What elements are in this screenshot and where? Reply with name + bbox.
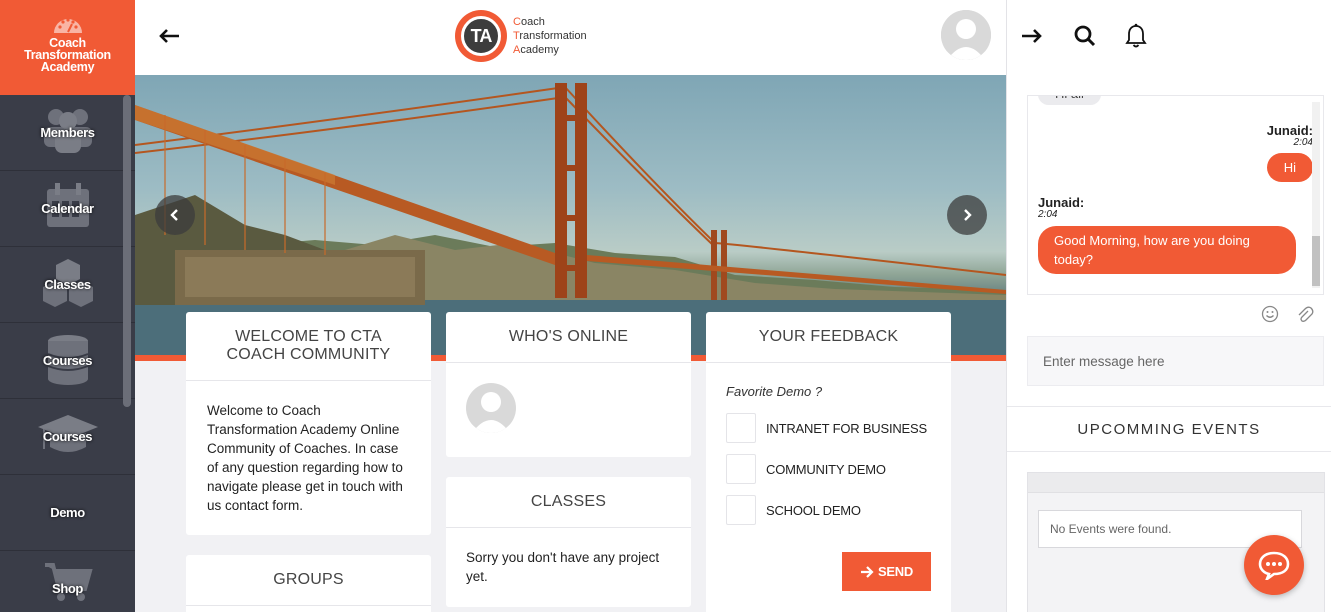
sidebar-item-members[interactable]: Members bbox=[0, 95, 135, 171]
chat-message-bubble: Hi bbox=[1266, 153, 1313, 182]
option-label: COMMUNITY DEMO bbox=[766, 461, 886, 477]
chat-scrollbar-thumb[interactable] bbox=[1312, 236, 1320, 286]
classes-card: CLASSES Sorry you don't have any project… bbox=[446, 477, 691, 607]
sidebar-item-courses-2[interactable]: Courses bbox=[0, 399, 135, 475]
sidebar-item-shop[interactable]: Shop bbox=[0, 551, 135, 612]
sidebar-item-demo[interactable]: Demo bbox=[0, 475, 135, 551]
user-avatar[interactable] bbox=[941, 10, 991, 60]
logo-initials: TA bbox=[461, 16, 501, 56]
header-logo[interactable]: TA Coach Transformation Academy bbox=[455, 10, 587, 62]
welcome-card: WELCOME TO CTA COACH COMMUNITY Welcome t… bbox=[186, 312, 431, 535]
logo-text: Coach Transformation Academy bbox=[513, 15, 587, 57]
sidebar-item-label: Demo bbox=[50, 505, 85, 520]
sidebar-scrollbar[interactable] bbox=[123, 95, 131, 407]
feedback-card-title: YOUR FEEDBACK bbox=[706, 312, 951, 363]
chat-launcher-button[interactable] bbox=[1244, 535, 1304, 595]
logo-line-1: Coach bbox=[513, 16, 545, 28]
sidebar-item-courses[interactable]: Courses bbox=[0, 323, 135, 399]
logo-line-3: Academy bbox=[513, 44, 559, 56]
option-checkbox[interactable] bbox=[726, 413, 756, 443]
chat-scrollbar[interactable] bbox=[1312, 102, 1320, 288]
upcoming-events-title: UPCOMMING EVENTS bbox=[1007, 406, 1331, 452]
sidebar-item-label: Calendar bbox=[41, 201, 94, 216]
sidebar-item-classes[interactable]: Classes bbox=[0, 247, 135, 323]
online-user-avatar[interactable] bbox=[466, 383, 516, 433]
feedback-question: Favorite Demo ? bbox=[726, 384, 823, 399]
send-label: SEND bbox=[878, 564, 913, 579]
whos-online-card: WHO'S ONLINE bbox=[446, 312, 691, 457]
send-feedback-button[interactable]: SEND bbox=[842, 552, 931, 591]
bell-icon[interactable] bbox=[1124, 23, 1148, 49]
welcome-card-body: Welcome to Coach Transformation Academy … bbox=[207, 403, 403, 513]
logo-mark: TA bbox=[455, 10, 507, 62]
attachment-paperclip-icon[interactable] bbox=[1296, 305, 1314, 323]
classes-card-body: Sorry you don't have any project yet. bbox=[466, 550, 660, 584]
brand-logo[interactable]: Coach Transformation Academy bbox=[0, 0, 135, 95]
groups-card-title: GROUPS bbox=[186, 555, 431, 606]
chat-messages[interactable]: Hi all Junaid: 2:04 Hi Junaid: 2:04 Good… bbox=[1027, 95, 1324, 295]
chat-timestamp: 2:04 bbox=[1038, 209, 1058, 220]
chat-sender-name: Junaid: bbox=[1266, 123, 1313, 138]
feedback-card: YOUR FEEDBACK Favorite Demo ? INTRANET F… bbox=[706, 312, 951, 612]
forward-arrow-icon[interactable] bbox=[1020, 24, 1044, 48]
chevron-right-icon bbox=[964, 209, 972, 221]
chat-message-input[interactable] bbox=[1027, 336, 1324, 386]
sidebar-item-label: Classes bbox=[44, 277, 91, 292]
chat-timestamp: 2:04 bbox=[1293, 137, 1313, 148]
chat-bubble-icon bbox=[1258, 551, 1290, 580]
arrow-right-icon bbox=[861, 565, 874, 578]
sidebar-item-label: Shop bbox=[52, 581, 83, 596]
logo-line-2: Transformation bbox=[513, 30, 587, 42]
sidebar-item-label: Courses bbox=[42, 429, 93, 444]
emoji-icon[interactable] bbox=[1261, 305, 1279, 323]
feedback-option[interactable]: SCHOOL DEMO bbox=[726, 495, 931, 525]
classes-card-title: CLASSES bbox=[446, 477, 691, 528]
option-checkbox[interactable] bbox=[726, 454, 756, 484]
carousel-next-button[interactable] bbox=[947, 195, 987, 235]
carousel-prev-button[interactable] bbox=[155, 195, 195, 235]
feedback-option[interactable]: INTRANET FOR BUSINESS bbox=[726, 413, 931, 443]
chat-sender-name: Junaid: bbox=[1038, 195, 1085, 210]
chevron-left-icon bbox=[170, 209, 178, 221]
sidebar-item-calendar[interactable]: Calendar bbox=[0, 171, 135, 247]
whos-online-title: WHO'S ONLINE bbox=[446, 312, 691, 363]
chat-message-bubble: Good Morning, how are you doing today? bbox=[1038, 226, 1296, 274]
sidebar-item-label: Courses bbox=[42, 353, 93, 368]
back-arrow-icon[interactable] bbox=[157, 24, 181, 48]
dashboard-gauge-icon bbox=[53, 18, 82, 33]
option-label: SCHOOL DEMO bbox=[766, 502, 861, 518]
events-list-header bbox=[1028, 473, 1324, 493]
sidebar-item-label: Members bbox=[40, 125, 95, 140]
user-silhouette-icon bbox=[941, 10, 991, 60]
welcome-card-title: WELCOME TO CTA COACH COMMUNITY bbox=[186, 312, 431, 381]
right-panel: Hi all Junaid: 2:04 Hi Junaid: 2:04 Good… bbox=[1007, 75, 1331, 612]
groups-card: GROUPS bbox=[186, 555, 431, 612]
user-silhouette-icon bbox=[466, 383, 516, 433]
feedback-option[interactable]: COMMUNITY DEMO bbox=[726, 454, 931, 484]
option-label: INTRANET FOR BUSINESS bbox=[766, 420, 927, 436]
brand-name: Coach Transformation Academy bbox=[24, 36, 111, 74]
search-icon[interactable] bbox=[1073, 24, 1097, 48]
option-checkbox[interactable] bbox=[726, 495, 756, 525]
sidebar: Coach Transformation Academy Members Cal… bbox=[0, 0, 135, 612]
chat-message-bubble: Hi all bbox=[1038, 96, 1101, 105]
top-bar: TA Coach Transformation Academy bbox=[135, 0, 1331, 75]
